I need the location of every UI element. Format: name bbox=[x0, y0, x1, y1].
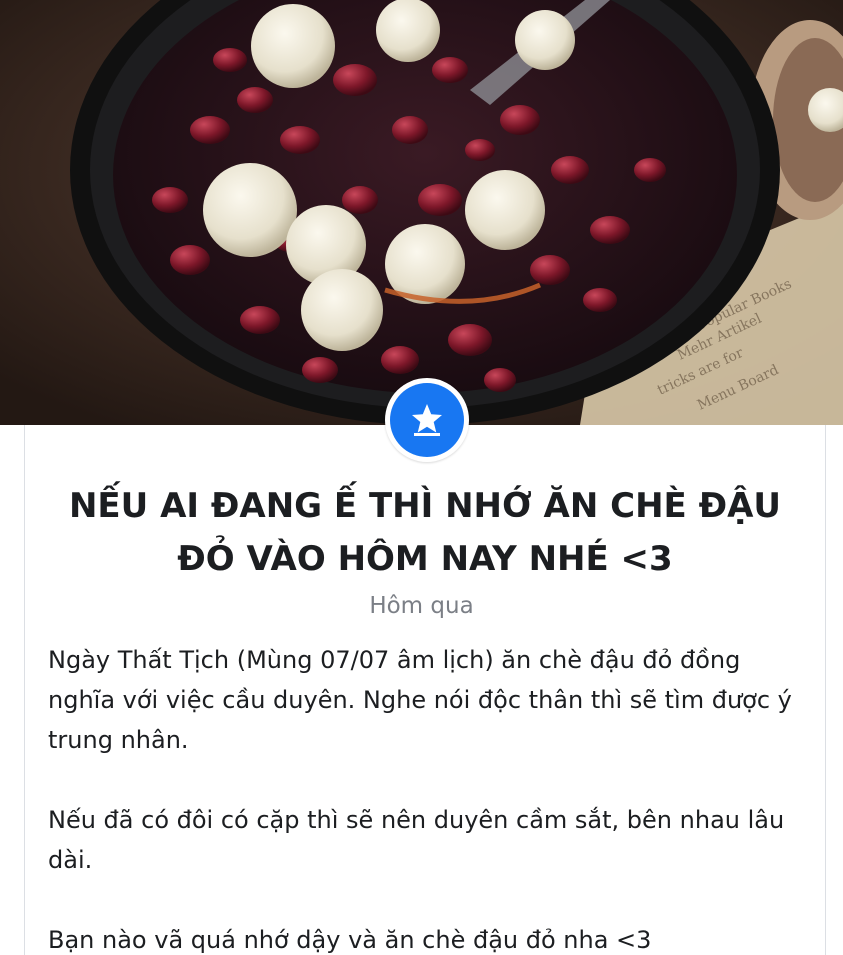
star-calendar-icon bbox=[412, 404, 442, 436]
cover-photo[interactable]: Popular Books Mehr Artikel tricks are fo… bbox=[0, 0, 843, 425]
description-paragraph: Nếu đã có đôi có cặp thì sẽ nên duyên cầ… bbox=[48, 806, 785, 874]
event-description: Ngày Thất Tịch (Mùng 07/07 âm lịch) ăn c… bbox=[48, 640, 808, 955]
description-paragraph: Bạn nào vã quá nhớ dậy và ăn chè đậu đỏ … bbox=[48, 926, 652, 954]
badge-circle bbox=[390, 383, 464, 457]
event-badge bbox=[385, 378, 469, 462]
event-date: Hôm qua bbox=[369, 593, 474, 619]
event-title: NẾU AI ĐANG Ế THÌ NHỚ ĂN CHÈ ĐẬU ĐỎ VÀO … bbox=[68, 486, 782, 579]
description-paragraph: Ngày Thất Tịch (Mùng 07/07 âm lịch) ăn c… bbox=[48, 646, 792, 754]
red-bean-soup-photo: Popular Books Mehr Artikel tricks are fo… bbox=[0, 0, 843, 425]
event-page: Popular Books Mehr Artikel tricks are fo… bbox=[0, 0, 843, 955]
